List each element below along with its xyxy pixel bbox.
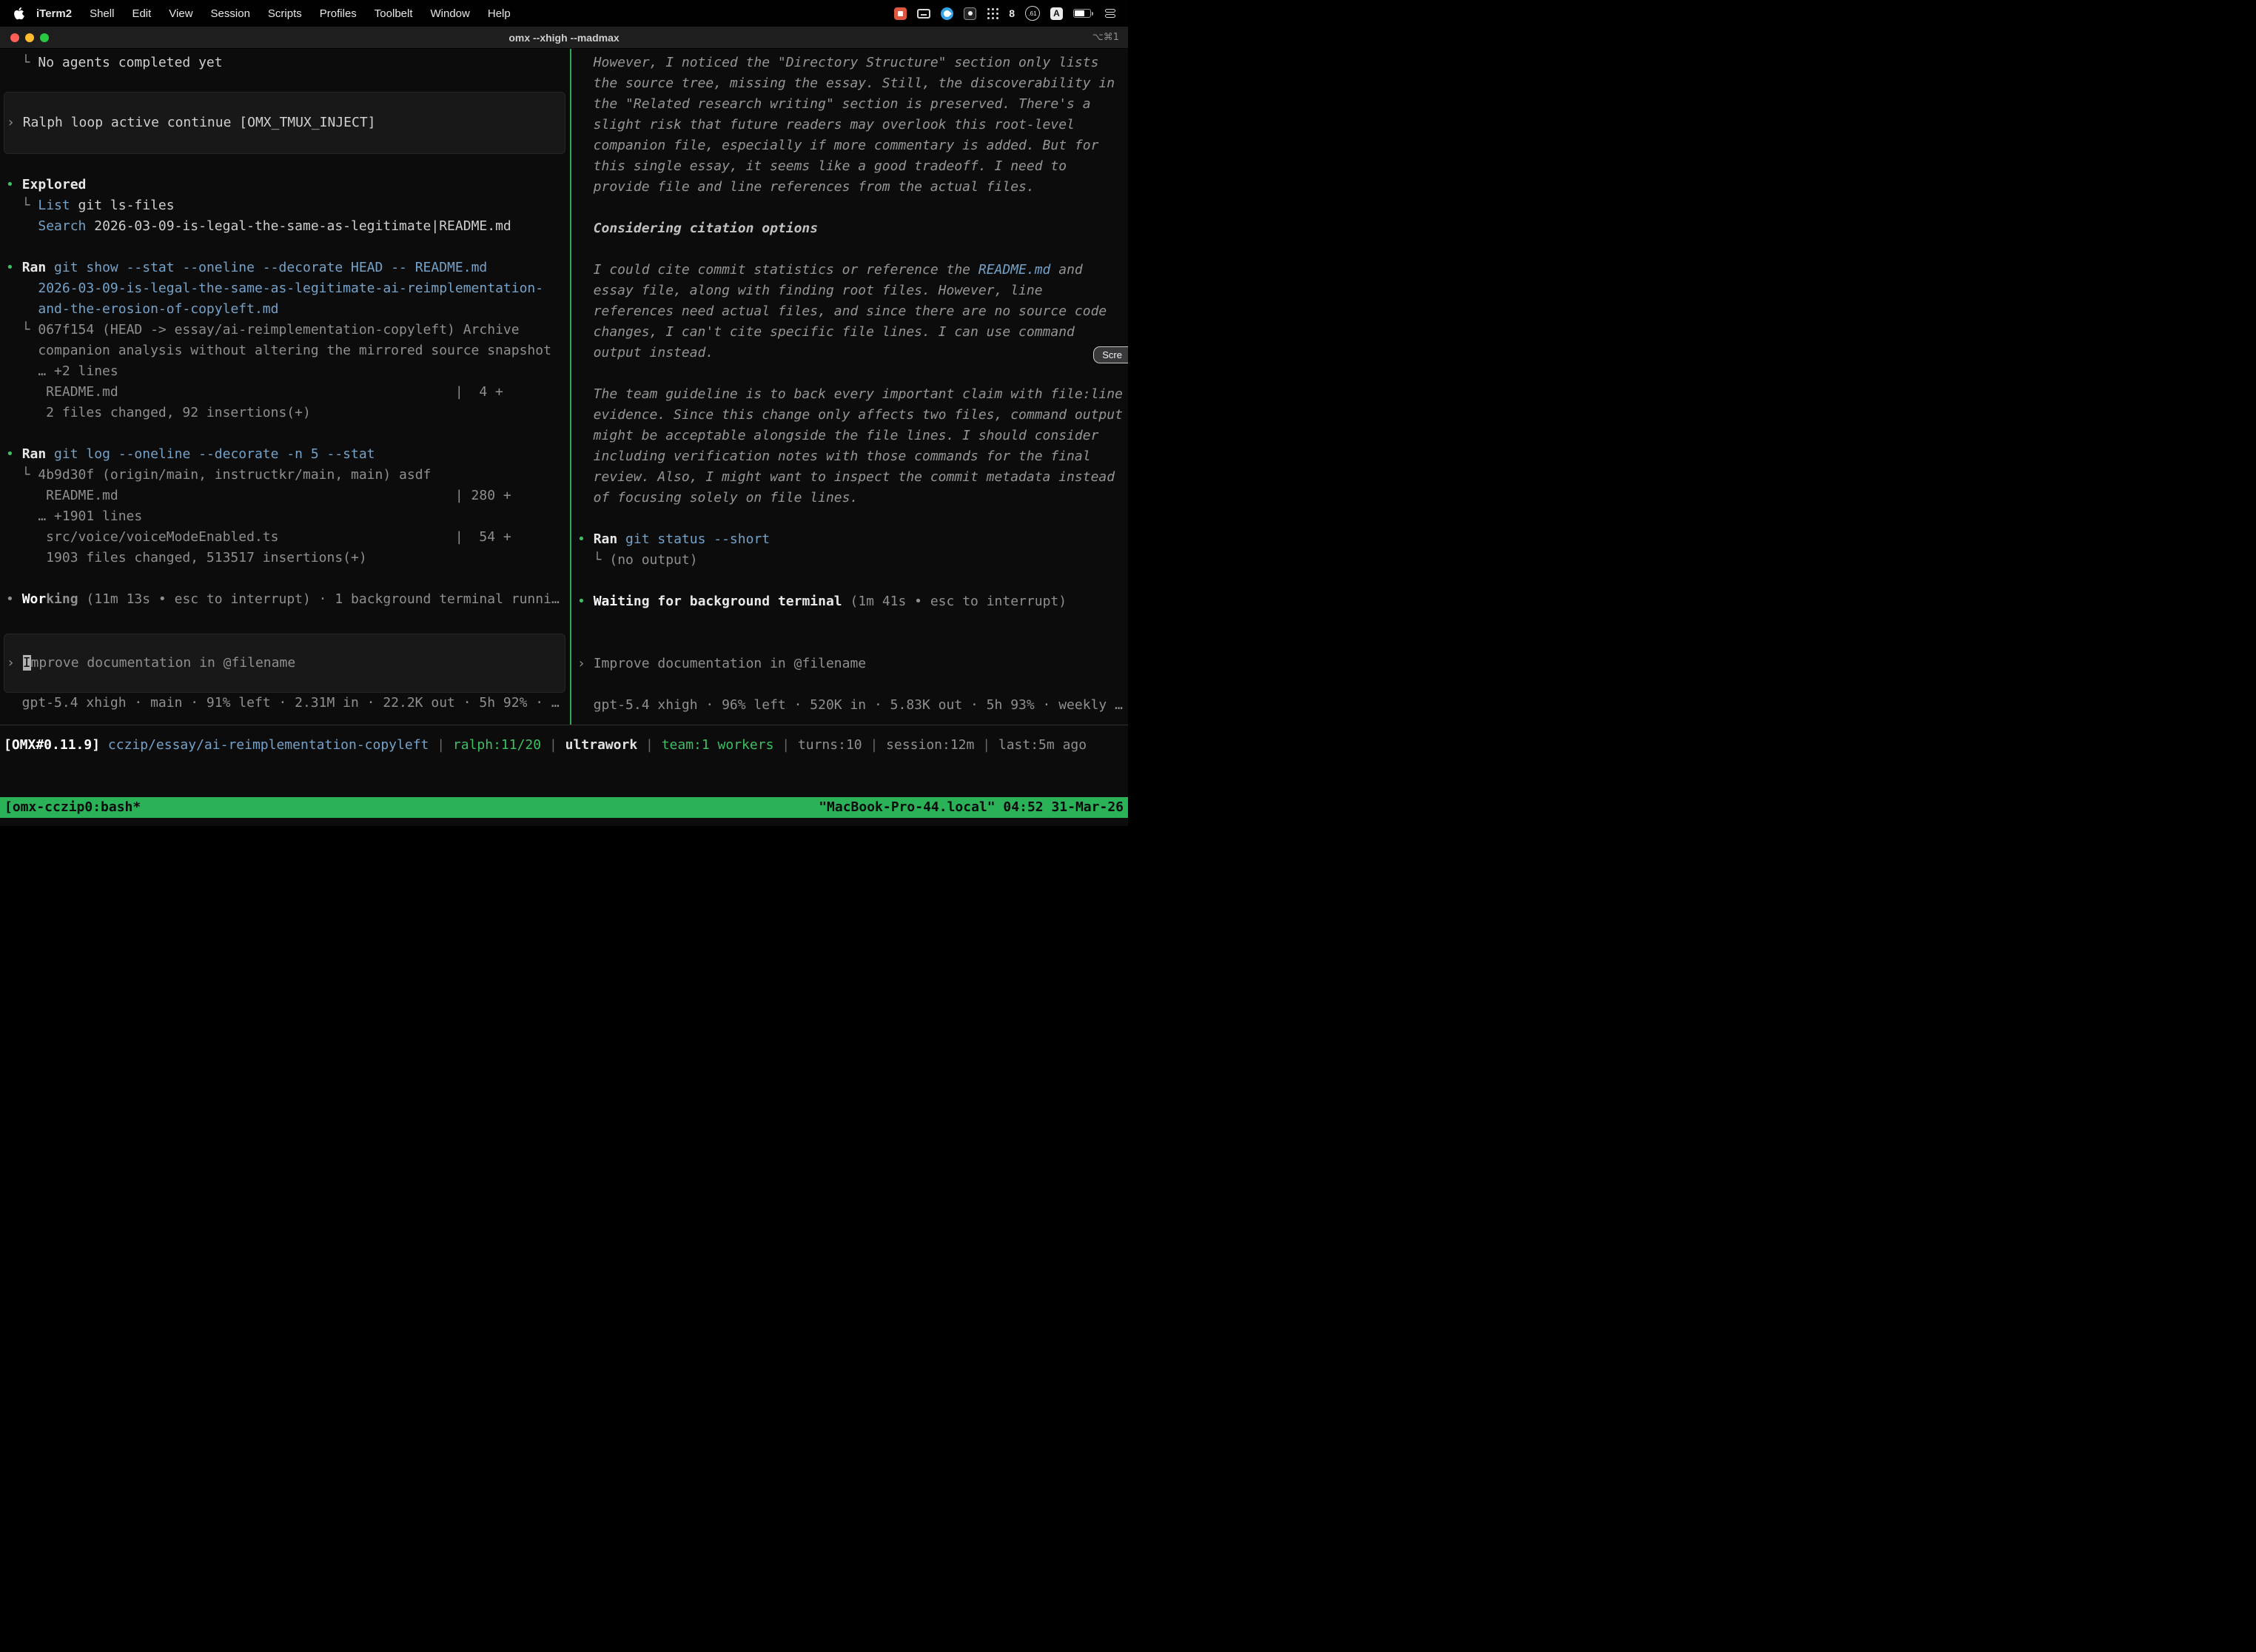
window-shortcut: ⌥⌘1 [1092, 32, 1119, 43]
zoom-button[interactable] [40, 33, 49, 42]
terminal-line: • Explored [6, 175, 570, 195]
menu-items: ShellEditViewSessionScriptsProfilesToolb… [81, 7, 520, 20]
terminal-line: provide file and line references from th… [577, 177, 1128, 198]
terminal-line: Search 2026-03-09-is-legal-the-same-as-l… [6, 216, 570, 237]
terminal-line: └ No agents completed yet [6, 53, 570, 73]
input-source-icon[interactable]: A [1050, 7, 1063, 20]
left-terminal-pane[interactable]: └ No agents completed yet › Ralph loop ac… [0, 49, 570, 725]
blank-line [577, 508, 1128, 529]
terminal-line: might be acceptable alongside the file l… [577, 426, 1128, 446]
blank-line [577, 198, 1128, 218]
prompt-input[interactable]: › Improve documentation in @filename [4, 634, 565, 693]
window-title: omx --xhigh --madmax [508, 32, 619, 44]
terminal-line: └ (no output) [577, 550, 1128, 571]
menu-help[interactable]: Help [479, 7, 520, 20]
terminal-line: review. Also, I might want to inspect th… [577, 467, 1128, 488]
terminal-line: the "Related research writing" section i… [577, 94, 1128, 115]
terminal-line: └ 067f154 (HEAD -> essay/ai-reimplementa… [6, 320, 570, 340]
blank-line [577, 363, 1128, 384]
terminal-line: and-the-erosion-of-copyleft.md [6, 299, 570, 320]
session-stats: gpt-5.4 xhigh · main · 91% left · 2.31M … [6, 693, 570, 713]
blank-line [577, 612, 1128, 633]
prompt-input[interactable]: › Improve documentation in @filename [577, 654, 1128, 674]
menu-view[interactable]: View [160, 7, 201, 20]
terminal-line: 2026-03-09-is-legal-the-same-as-legitima… [6, 278, 570, 299]
blank-line [577, 571, 1128, 591]
terminal-line: I could cite commit statistics or refere… [577, 260, 1128, 281]
terminal-line: … +1901 lines [6, 506, 570, 527]
menu-profiles[interactable]: Profiles [311, 7, 366, 20]
omx-status-bar: [OMX#0.11.9] cczip/essay/ai-reimplementa… [0, 725, 1128, 756]
terminal-line: 2 files changed, 92 insertions(+) [6, 403, 570, 423]
menu-shell[interactable]: Shell [81, 7, 123, 20]
battery-percent-icon[interactable]: .61 [1025, 6, 1040, 21]
terminal-line: └ 4b9d30f (origin/main, instructkr/main,… [6, 465, 570, 486]
tmux-host-time: "MacBook-Pro-44.local" 04:52 31-Mar-26 [819, 797, 1124, 818]
terminal-line: README.md | 4 + [6, 382, 570, 403]
ralph-loop-banner: › Ralph loop active continue [OMX_TMUX_I… [4, 92, 565, 154]
right-terminal-pane[interactable]: However, I noticed the "Directory Struct… [571, 49, 1128, 725]
apple-menu-icon[interactable] [13, 7, 24, 20]
window-controls [10, 27, 49, 48]
waiting-status: • Waiting for background terminal (1m 41… [577, 591, 1128, 612]
menu-session[interactable]: Session [202, 7, 259, 20]
menu-edit[interactable]: Edit [123, 7, 160, 20]
terminal-line: slight risk that future readers may over… [577, 115, 1128, 135]
stat-icon[interactable]: 8 [1009, 7, 1015, 19]
screen-share-button[interactable]: Scre [1093, 346, 1128, 363]
minimize-button[interactable] [25, 33, 34, 42]
terminal-line: src/voice/voiceModeEnabled.ts | 54 + [6, 527, 570, 548]
terminal-line: of focusing solely on file lines. [577, 488, 1128, 508]
terminal-line: • Ran git status --short [577, 529, 1128, 550]
reasoning-heading: Considering citation options [577, 218, 1128, 239]
app-grid-icon[interactable] [987, 7, 998, 19]
blank-line [577, 239, 1128, 260]
tmux-session-name: [omx-cczip0:bash* [4, 797, 141, 818]
window-title-bar[interactable]: omx --xhigh --madmax ⌥⌘1 [0, 27, 1128, 49]
terminal-line: … +2 lines [6, 361, 570, 382]
terminal-line: • Ran git show --stat --oneline --decora… [6, 258, 570, 278]
battery-icon[interactable] [1073, 9, 1091, 18]
menu-toolbelt[interactable]: Toolbelt [366, 7, 422, 20]
terminal-line: references need actual files, and since … [577, 301, 1128, 322]
menu-scripts[interactable]: Scripts [259, 7, 311, 20]
terminal-line: • Ran git log --oneline --decorate -n 5 … [6, 444, 570, 465]
menu-bar-status-icons: 8 .61 A [894, 6, 1128, 21]
macos-desktop: iTerm2 ShellEditViewSessionScriptsProfil… [0, 0, 1128, 826]
blank-line [577, 633, 1128, 654]
menu-bar: iTerm2 ShellEditViewSessionScriptsProfil… [0, 0, 1128, 27]
terminal-line: The team guideline is to back every impo… [577, 384, 1128, 405]
terminal-line: essay file, along with finding root file… [577, 281, 1128, 301]
terminal-line: README.md | 280 + [6, 486, 570, 506]
menu-window[interactable]: Window [422, 7, 479, 20]
control-center-icon[interactable] [1104, 8, 1116, 19]
tmux-status-bar: [omx-cczip0:bash* "MacBook-Pro-44.local"… [0, 797, 1128, 818]
terminal-line: evidence. Since this change only affects… [577, 405, 1128, 426]
terminal-line: changes, I can't cite specific file line… [577, 322, 1128, 343]
terminal-line: including verification notes with those … [577, 446, 1128, 467]
terminal-line: output instead. [577, 343, 1128, 363]
terminal-split: └ No agents completed yet › Ralph loop ac… [0, 49, 1128, 725]
blank-line [6, 154, 570, 175]
screen-recording-icon[interactable] [894, 7, 907, 20]
working-status: • Working (11m 13s • esc to interrupt) ·… [6, 589, 570, 610]
terminal-line: this single essay, it seems like a good … [577, 156, 1128, 177]
close-button[interactable] [10, 33, 19, 42]
terminal-line: 1903 files changed, 513517 insertions(+) [6, 548, 570, 568]
session-stats: gpt-5.4 xhigh · 96% left · 520K in · 5.8… [577, 695, 1128, 716]
terminal-line: companion file, especially if more comme… [577, 135, 1128, 156]
keyboard-icon[interactable] [917, 9, 930, 19]
blank-line [577, 674, 1128, 695]
blank-line [6, 423, 570, 444]
blank-line [6, 237, 570, 258]
blank-line [6, 568, 570, 589]
terminal-line: the source tree, missing the essay. Stil… [577, 73, 1128, 94]
dark-app-icon[interactable] [964, 7, 976, 20]
terminal-line: However, I noticed the "Directory Struct… [577, 53, 1128, 73]
menu-app-name[interactable]: iTerm2 [36, 7, 81, 20]
swift-icon[interactable] [941, 7, 953, 20]
terminal-line: companion analysis without altering the … [6, 340, 570, 361]
terminal-line: └ List git ls-files [6, 195, 570, 216]
